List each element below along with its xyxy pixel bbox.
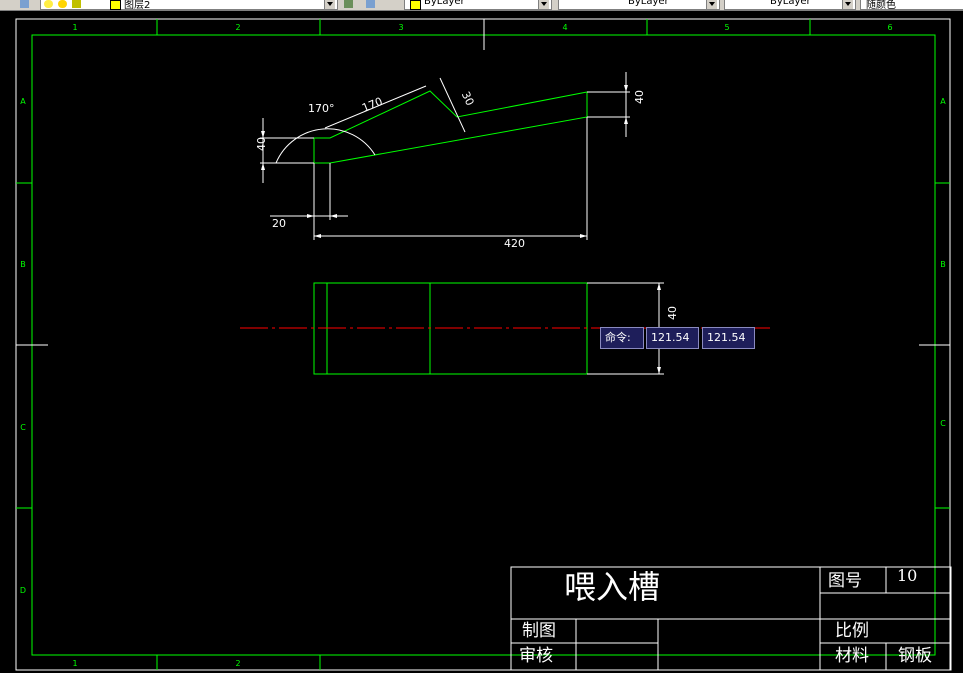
color-swatch-icon: [410, 0, 421, 10]
lightbulb-icon[interactable]: [44, 0, 53, 8]
sun-icon[interactable]: [58, 0, 67, 8]
zone-label-left: D: [20, 586, 26, 595]
drawing-no-label: 图号: [828, 571, 862, 591]
layer-manager-icon[interactable]: [20, 0, 29, 8]
make-current-layer-icon[interactable]: [344, 0, 353, 8]
color-dropdown-arrow[interactable]: [538, 0, 549, 9]
material-label: 材料: [835, 646, 869, 666]
drawn-label: 制图: [522, 621, 556, 641]
scale-label: 比例: [835, 621, 869, 641]
drawing-no-value: 10: [897, 566, 917, 585]
zone-label-top: 2: [235, 23, 240, 32]
linetype-value: ByLayer: [628, 0, 669, 7]
zone-label-top: 4: [562, 23, 567, 32]
front-view-dimensions: [260, 72, 630, 240]
zone-label-left: A: [20, 97, 26, 106]
lineweight-dropdown-arrow[interactable]: [842, 0, 853, 9]
layer-dropdown-arrow[interactable]: [324, 0, 335, 9]
zone-label-left: B: [20, 260, 26, 269]
arrowhead: [330, 214, 337, 218]
arrowhead: [624, 117, 628, 124]
zone-label-right: B: [940, 260, 946, 269]
arrowhead: [657, 283, 661, 290]
zone-label-left: C: [20, 423, 26, 432]
zone-label-bottom: 2: [235, 659, 240, 668]
dim-total: 420: [504, 237, 525, 250]
drawing-frame: [31, 34, 936, 656]
arrowhead: [261, 131, 265, 138]
lineweight-value: ByLayer: [770, 0, 811, 7]
sheet-outer-border: [15, 18, 951, 671]
dimension-line: [439, 77, 466, 133]
zone-label-top: 1: [72, 23, 77, 32]
arrowhead: [314, 234, 321, 238]
layer-dropdown[interactable]: [40, 0, 338, 10]
zone-label-right: A: [940, 97, 946, 106]
material-value: 钢板: [898, 646, 932, 666]
color-value: ByLayer: [424, 0, 465, 7]
drawing-title: 喂入槽: [564, 568, 660, 606]
dim-notch: 30: [459, 90, 477, 108]
dim-slope: 170: [360, 95, 384, 115]
arrowhead: [657, 367, 661, 374]
zone-label-right: C: [940, 419, 946, 428]
dim-angle: 170°: [308, 102, 335, 115]
plotstyle-value: 随颜色: [866, 0, 896, 11]
dim-left-height: 40: [255, 137, 268, 151]
drawing-canvas[interactable]: 1 2 3 4 5 6 1 2 A B C D A B C 170° 170 3…: [0, 10, 963, 673]
zone-label-top: 5: [724, 23, 729, 32]
dynamic-input-prompt: 命令:: [600, 327, 644, 349]
dim-offset: 20: [272, 217, 286, 230]
layer-name: 图层2: [124, 0, 151, 11]
lock-icon[interactable]: [72, 0, 81, 8]
checked-label: 审核: [519, 646, 553, 666]
arrowhead: [624, 85, 628, 92]
arrowhead: [261, 163, 265, 170]
zone-label-top: 6: [887, 23, 892, 32]
linetype-dropdown-arrow[interactable]: [706, 0, 717, 9]
dim-right-height: 40: [633, 90, 646, 104]
layer-color-icon[interactable]: [110, 0, 121, 10]
dim-section-height: 40: [666, 306, 679, 320]
zone-label-top: 3: [398, 23, 403, 32]
arrowhead: [580, 234, 587, 238]
layer-previous-icon[interactable]: [366, 0, 375, 8]
arrowhead: [307, 214, 314, 218]
dynamic-input-x[interactable]: 121.54: [646, 327, 699, 349]
dynamic-input-y[interactable]: 121.54: [702, 327, 755, 349]
zone-label-bottom: 1: [72, 659, 77, 668]
